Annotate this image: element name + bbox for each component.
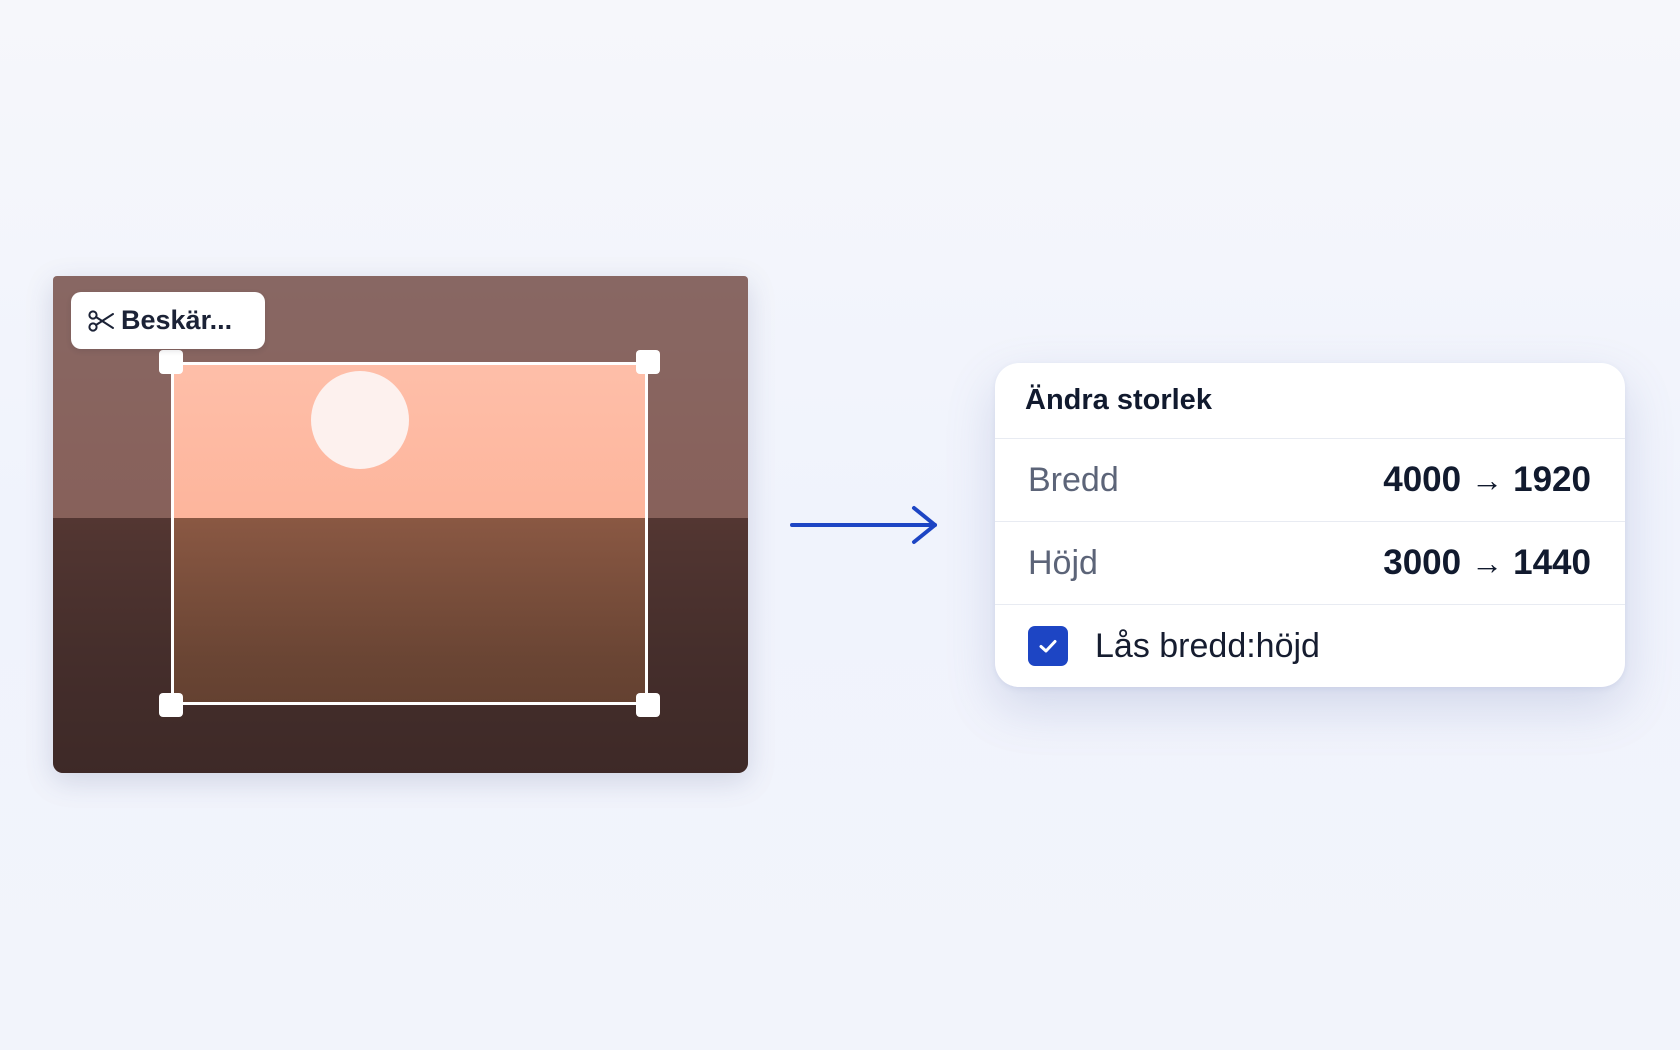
resize-panel: Ändra storlek Bredd 4000 → 1920 Höjd 300… xyxy=(995,363,1625,687)
crop-handle-top-right[interactable] xyxy=(636,350,660,374)
width-label: Bredd xyxy=(1028,460,1119,499)
crop-button-label: Beskär... xyxy=(121,305,233,335)
crop-handle-bottom-right[interactable] xyxy=(636,693,660,717)
lock-aspect-row: Lås bredd:höjd xyxy=(995,605,1625,687)
panel-header: Ändra storlek xyxy=(995,363,1625,439)
height-to: 1440 xyxy=(1513,543,1591,582)
lock-aspect-checkbox[interactable] xyxy=(1028,626,1068,666)
crop-button[interactable]: Beskär... xyxy=(71,292,265,349)
crop-handle-top-left[interactable] xyxy=(159,350,183,374)
arrow-right-small-icon: → xyxy=(1471,462,1504,498)
height-row: Höjd 3000 → 1440 xyxy=(995,522,1625,605)
height-value[interactable]: 3000 → 1440 xyxy=(1383,543,1591,583)
width-to: 1920 xyxy=(1513,460,1591,499)
crop-handle-bottom-left[interactable] xyxy=(159,693,183,717)
crop-dim-left xyxy=(53,362,171,705)
arrow-right-icon xyxy=(790,506,937,544)
photo-preview xyxy=(53,276,748,773)
width-row: Bredd 4000 → 1920 xyxy=(995,439,1625,522)
crop-dim-right xyxy=(648,362,748,705)
scissors-icon xyxy=(87,307,115,335)
panel-title: Ändra storlek xyxy=(1025,384,1212,416)
crop-frame[interactable] xyxy=(171,362,648,705)
arrow-right-small-icon: → xyxy=(1471,545,1504,581)
width-value[interactable]: 4000 → 1920 xyxy=(1383,460,1591,500)
checkmark-icon xyxy=(1039,640,1057,653)
lock-aspect-label: Lås bredd:höjd xyxy=(1095,626,1320,665)
height-label: Höjd xyxy=(1028,543,1098,582)
height-from: 3000 xyxy=(1383,543,1462,582)
width-from: 4000 xyxy=(1383,460,1462,499)
